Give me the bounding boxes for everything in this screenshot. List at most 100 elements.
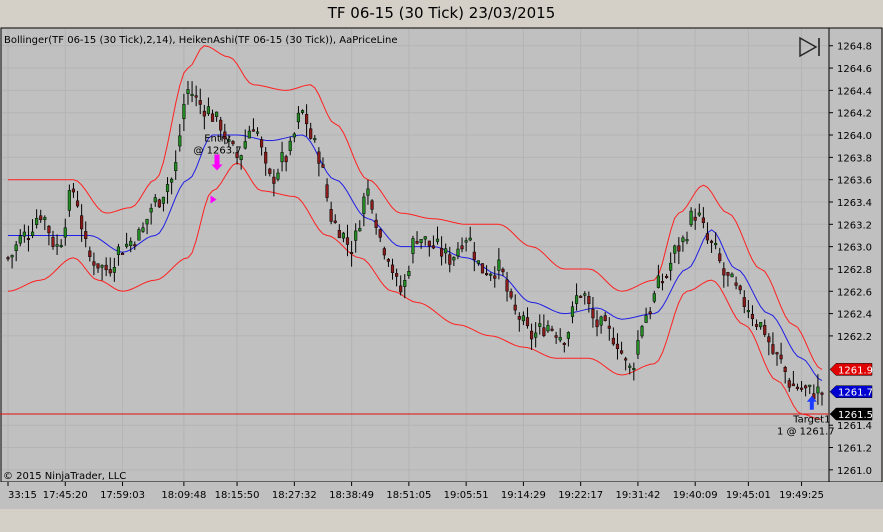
candle-body [566, 332, 570, 339]
candle-body [440, 248, 444, 257]
candle-body [767, 336, 771, 343]
candle-body [202, 110, 206, 117]
x-tick-label: 19:05:51 [444, 490, 489, 501]
candle-body [194, 95, 198, 98]
candle-body [18, 235, 22, 244]
candle-body [804, 385, 808, 389]
candle-body [775, 352, 779, 355]
candle-body [268, 168, 272, 174]
candle-body [701, 217, 705, 223]
candle-body [599, 316, 603, 326]
x-tick-label: 18:15:50 [215, 490, 260, 501]
candle-body [570, 306, 575, 317]
candle-body [664, 275, 669, 278]
candle-body [137, 229, 141, 241]
candle-body [370, 200, 374, 210]
candle-body [472, 251, 476, 260]
x-tick-label: 18:27:32 [272, 490, 317, 501]
candle-body [583, 293, 587, 296]
y-tick-label: 1261.0 [837, 466, 872, 477]
candle-body [419, 239, 423, 244]
x-tick-label: 19:22:17 [558, 490, 603, 501]
candle-body [174, 162, 178, 172]
y-tick-label: 1264.6 [837, 64, 872, 75]
price-tag-label: 1261.7 [838, 388, 873, 399]
candle-body [497, 259, 501, 271]
candle-body [325, 184, 329, 198]
candle-body [636, 340, 640, 355]
candle-body [444, 248, 448, 254]
candle-body [133, 244, 137, 247]
candle-body [84, 231, 88, 240]
entry-label: Entry [204, 134, 231, 145]
candle-body [538, 323, 542, 327]
scroll-to-end-icon[interactable] [796, 36, 822, 58]
price-tag: 1261.7 [829, 385, 873, 399]
y-tick-label: 1262.6 [837, 287, 872, 298]
candle-body [640, 326, 644, 337]
candle-body [170, 178, 174, 183]
x-tick-label: 19:31:42 [615, 490, 660, 501]
candle-body [100, 265, 104, 268]
candle-body [431, 245, 435, 249]
candle-body [607, 325, 611, 329]
candle-body [292, 133, 296, 138]
y-tick-label: 1262.2 [837, 332, 872, 343]
x-tick-label: 17:45:20 [43, 490, 88, 501]
candle-body [182, 104, 186, 120]
candle-body [460, 245, 464, 250]
candle-body [468, 237, 472, 241]
candle-body [603, 315, 607, 321]
candle-body [709, 240, 714, 243]
candle-body [317, 151, 321, 164]
candle-body [546, 325, 550, 332]
candle-body [746, 310, 750, 313]
price-tag-label: 1261.5 [838, 410, 873, 421]
chart-frame[interactable]: 1264.8 1264.6 1264.4 1264.2 1264.0 1263.8 1263… [0, 27, 883, 528]
candle-body [689, 210, 693, 226]
candle-body [71, 188, 76, 193]
candle-body [562, 342, 566, 345]
candle-body [587, 295, 591, 304]
candle-body [26, 238, 31, 241]
candle-body [251, 129, 255, 132]
x-tick-label: 33:15 [8, 490, 37, 501]
candle-body [165, 184, 170, 192]
candle-body [198, 100, 202, 105]
candle-body [47, 225, 51, 234]
candle-body [485, 273, 489, 276]
candle-body [779, 354, 783, 360]
candle-body [395, 273, 399, 277]
candle-body [435, 238, 440, 242]
candle-body [550, 328, 554, 331]
candle-body [215, 111, 219, 117]
candle-body [210, 113, 215, 122]
candle-body [43, 217, 47, 220]
x-tick-label: 18:38:49 [329, 490, 374, 501]
candle-body [309, 128, 313, 139]
y-tick-label: 1263.4 [837, 198, 872, 209]
x-tick-label: 19:45:01 [726, 490, 771, 501]
candle-body [350, 251, 354, 254]
candle-body [615, 343, 620, 350]
candle-body [231, 140, 235, 145]
y-tick-label: 1264.8 [837, 42, 872, 53]
candle-body [456, 248, 460, 257]
candle-body [799, 387, 804, 390]
y-tick-label: 1264.0 [837, 131, 872, 142]
candle-body [513, 304, 517, 311]
price-tag: 1261.5 [829, 407, 873, 421]
candle-body [30, 231, 35, 236]
candle-body [795, 386, 800, 389]
right-price-tags: 1261.9 1261.7 1261.5 [829, 363, 873, 421]
chart-svg[interactable]: 1264.8 1264.6 1264.4 1264.2 1264.0 1263.8 1263… [0, 27, 883, 528]
candle-body [619, 350, 624, 354]
candle-body [341, 232, 345, 239]
y-tick-label: 1262.4 [837, 310, 872, 321]
candle-body [591, 308, 595, 319]
candle-body [63, 227, 67, 238]
candle-body [247, 130, 251, 139]
candle-body [407, 271, 411, 277]
x-tick-label: 19:40:09 [673, 490, 718, 501]
candle-body [22, 231, 26, 237]
